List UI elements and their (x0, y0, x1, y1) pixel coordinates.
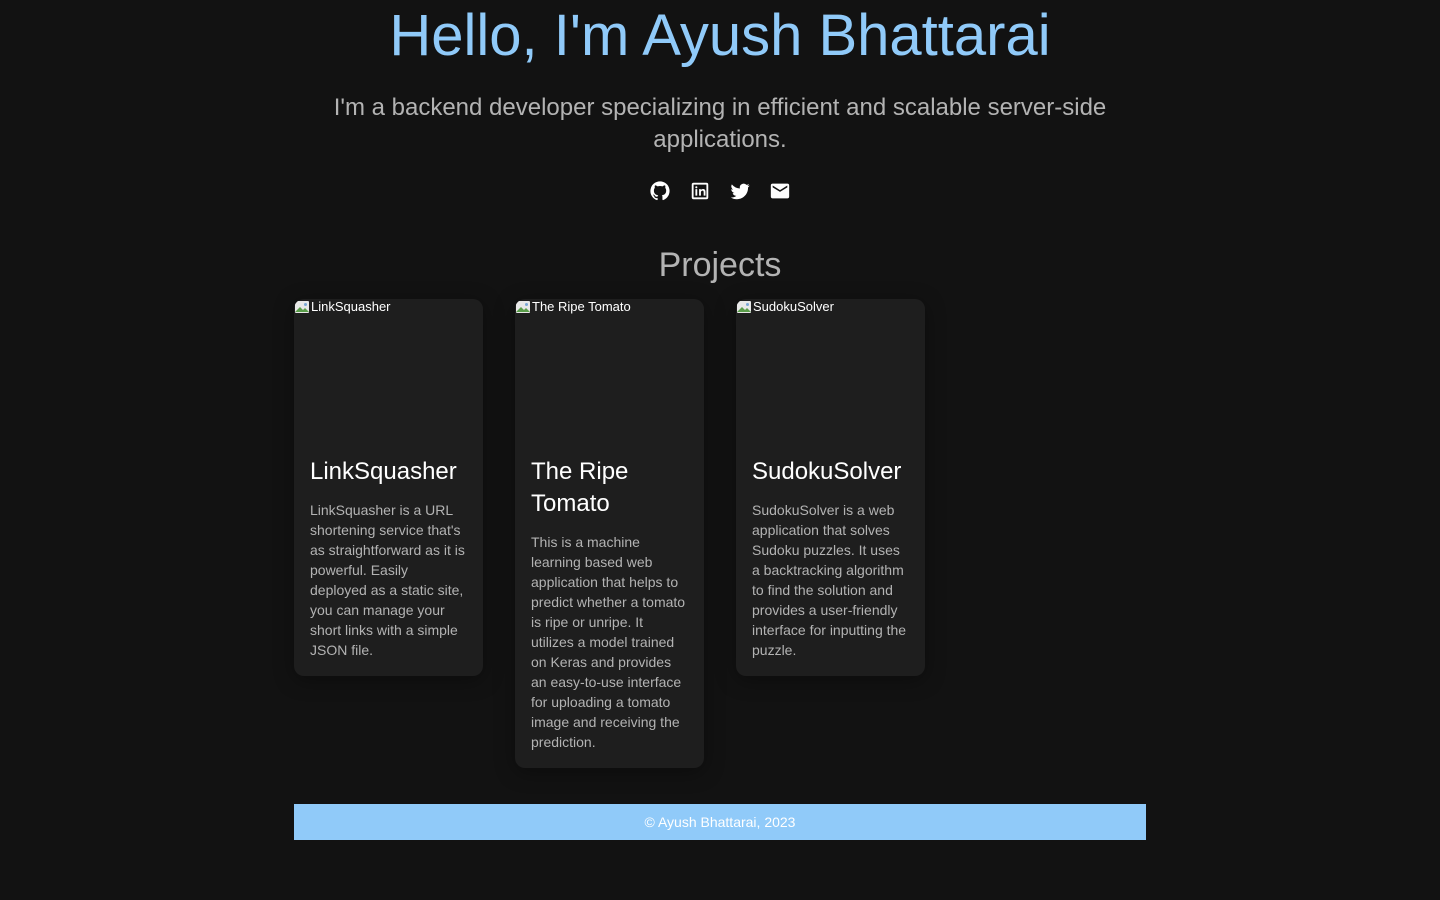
linkedin-link[interactable] (688, 180, 712, 206)
project-image: The Ripe Tomato (515, 299, 704, 442)
project-image-alt: LinkSquasher (311, 299, 391, 314)
mail-icon (769, 180, 791, 207)
github-icon (649, 180, 671, 207)
broken-image-icon (736, 299, 752, 315)
linkedin-icon (689, 180, 711, 207)
project-card[interactable]: The Ripe Tomato The Ripe Tomato This is … (515, 299, 704, 768)
footer: © Ayush Bhattarai, 2023 (294, 804, 1146, 840)
project-title[interactable]: The Ripe Tomato (531, 456, 688, 520)
twitter-link[interactable] (728, 180, 752, 206)
twitter-icon (729, 180, 751, 207)
project-image-alt: The Ripe Tomato (532, 299, 631, 314)
project-description: LinkSquasher is a URL shortening service… (310, 502, 465, 658)
footer-copyright: © Ayush Bhattarai, 2023 (644, 814, 796, 830)
hero-title: Hello, I'm Ayush Bhattarai (389, 3, 1051, 68)
broken-image-icon (294, 299, 310, 315)
project-title[interactable]: LinkSquasher (310, 456, 467, 488)
social-links (0, 180, 1440, 206)
project-image-alt: SudokuSolver (753, 299, 834, 314)
project-title[interactable]: SudokuSolver (752, 456, 909, 488)
project-card[interactable]: LinkSquasher LinkSquasher LinkSquasher i… (294, 299, 483, 676)
project-image: SudokuSolver (736, 299, 925, 442)
email-link[interactable] (768, 180, 792, 206)
project-card[interactable]: SudokuSolver SudokuSolver SudokuSolver i… (736, 299, 925, 676)
project-description: This is a machine learning based web app… (531, 534, 686, 750)
hero-subtitle: I'm a backend developer specializing in … (333, 94, 1107, 153)
portfolio-page: Hello, I'm Ayush Bhattarai I'm a backend… (0, 0, 1440, 900)
broken-image-icon (515, 299, 531, 315)
projects-grid: LinkSquasher LinkSquasher LinkSquasher i… (294, 299, 925, 768)
project-description: SudokuSolver is a web application that s… (752, 502, 907, 658)
project-image: LinkSquasher (294, 299, 483, 442)
github-link[interactable] (648, 180, 672, 206)
projects-heading: Projects (658, 246, 782, 284)
